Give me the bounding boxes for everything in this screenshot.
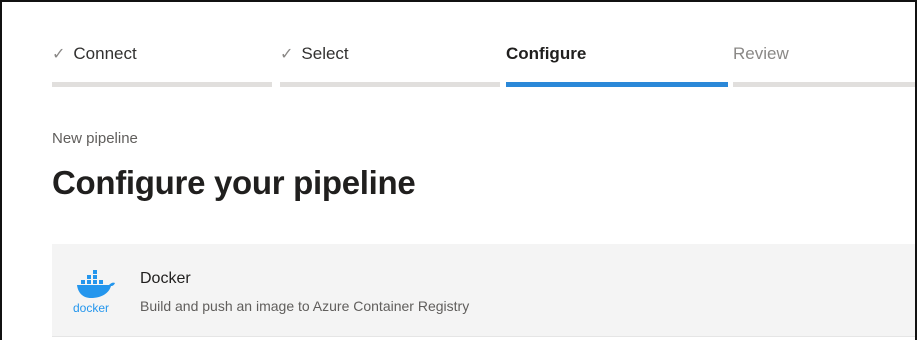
step-select-bar xyxy=(280,82,500,87)
step-review[interactable]: Review xyxy=(733,44,789,64)
step-connect-bar xyxy=(52,82,272,87)
step-connect[interactable]: ✓ Connect xyxy=(52,44,137,64)
docker-icon: docker xyxy=(72,266,128,316)
step-label: Review xyxy=(733,44,789,63)
step-label: Configure xyxy=(506,44,587,63)
breadcrumb: New pipeline xyxy=(52,130,138,147)
docker-logo-text: docker xyxy=(73,301,109,315)
template-card-docker[interactable]: docker Docker Build and push an image to… xyxy=(52,244,915,337)
template-name: Docker xyxy=(140,270,191,287)
step-label: Connect xyxy=(73,44,137,63)
step-configure-bar xyxy=(506,82,728,87)
template-description: Build and push an image to Azure Contain… xyxy=(140,298,470,314)
checkmark-icon: ✓ xyxy=(280,46,294,63)
step-configure[interactable]: Configure xyxy=(506,44,586,64)
step-review-bar xyxy=(733,82,915,87)
step-select[interactable]: ✓ Select xyxy=(280,44,349,64)
step-label: Select xyxy=(301,44,349,63)
page-title: Configure your pipeline xyxy=(52,164,416,201)
checkmark-icon: ✓ xyxy=(52,46,66,63)
wizard-steps: ✓ Connect ✓ Select Configure Review xyxy=(52,2,915,92)
app-frame: ✓ Connect ✓ Select Configure Review New pi… xyxy=(0,0,917,340)
